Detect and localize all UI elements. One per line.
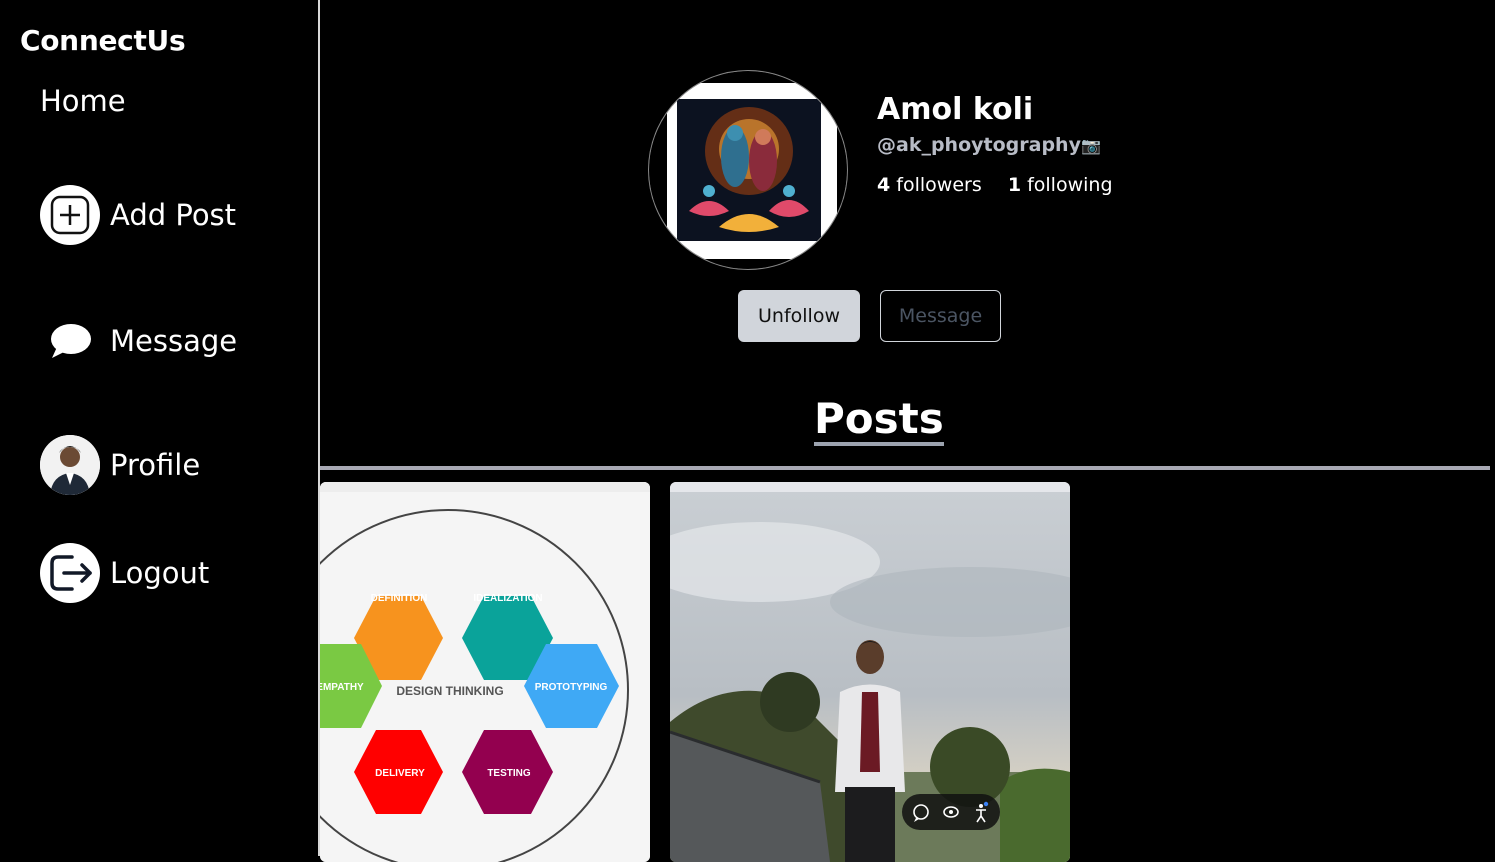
post-overlay-controls[interactable]	[902, 794, 1000, 830]
divider	[320, 466, 1490, 470]
diagram-center-label: DESIGN THINKING	[396, 684, 503, 698]
diagram-node-label: DELIVERY	[375, 768, 425, 779]
plus-square-icon	[40, 185, 100, 245]
sidebar-item-label: Add Post	[110, 198, 237, 232]
diagram-node-label: IDEALIZATION	[473, 593, 542, 604]
post-image-photo	[670, 482, 1070, 862]
sidebar-item-home[interactable]: Home	[40, 84, 126, 118]
logout-icon	[40, 543, 100, 603]
followers-count: 4	[877, 174, 891, 196]
sidebar-item-logout[interactable]: Logout	[40, 543, 209, 603]
diagram-node-label: PROTOTYPING	[535, 682, 608, 693]
avatar	[40, 435, 100, 495]
post-card[interactable]	[670, 482, 1070, 862]
followers-label[interactable]: followers	[896, 174, 981, 196]
sidebar-item-profile[interactable]: Profile	[40, 435, 200, 495]
camera-emoji: 📷	[1080, 136, 1101, 155]
profile-stats: 4 followers 1 following	[877, 174, 1113, 196]
following-count: 1	[1007, 174, 1022, 196]
sidebar-item-label: Logout	[110, 556, 210, 590]
diagram-node-label: TESTING	[487, 768, 531, 779]
following-label[interactable]: following	[1027, 174, 1112, 196]
brand-logo[interactable]: ConnectUs	[20, 24, 186, 57]
chat-bubble-icon	[40, 311, 100, 371]
sidebar-item-label: Message	[110, 324, 238, 358]
message-button[interactable]: Message	[880, 290, 1001, 342]
sidebar-item-message[interactable]: Message	[40, 311, 237, 371]
sidebar: ConnectUs Home Add Post Message Profile …	[0, 0, 320, 856]
profile-page: Amol koli @ak_phoytography📷 4 followers …	[320, 0, 1495, 862]
profile-avatar	[648, 70, 848, 270]
diagram-node-label: EMPATHY	[320, 682, 364, 693]
profile-name: Amol koli	[877, 92, 1034, 127]
post-card[interactable]: DEFINITION IDEALIZATION EMPATHY PROTOTYP…	[320, 482, 650, 862]
post-image-diagram: DEFINITION IDEALIZATION EMPATHY PROTOTYP…	[320, 482, 650, 862]
sidebar-item-label: Profile	[110, 448, 201, 482]
sidebar-item-add-post[interactable]: Add Post	[40, 185, 236, 245]
unfollow-button[interactable]: Unfollow	[738, 290, 860, 342]
posts-heading: Posts	[814, 396, 944, 446]
handle-text: @ak_phoytography	[877, 134, 1081, 156]
profile-handle: @ak_phoytography📷	[877, 134, 1101, 156]
diagram-node-label: DEFINITION	[371, 593, 428, 604]
